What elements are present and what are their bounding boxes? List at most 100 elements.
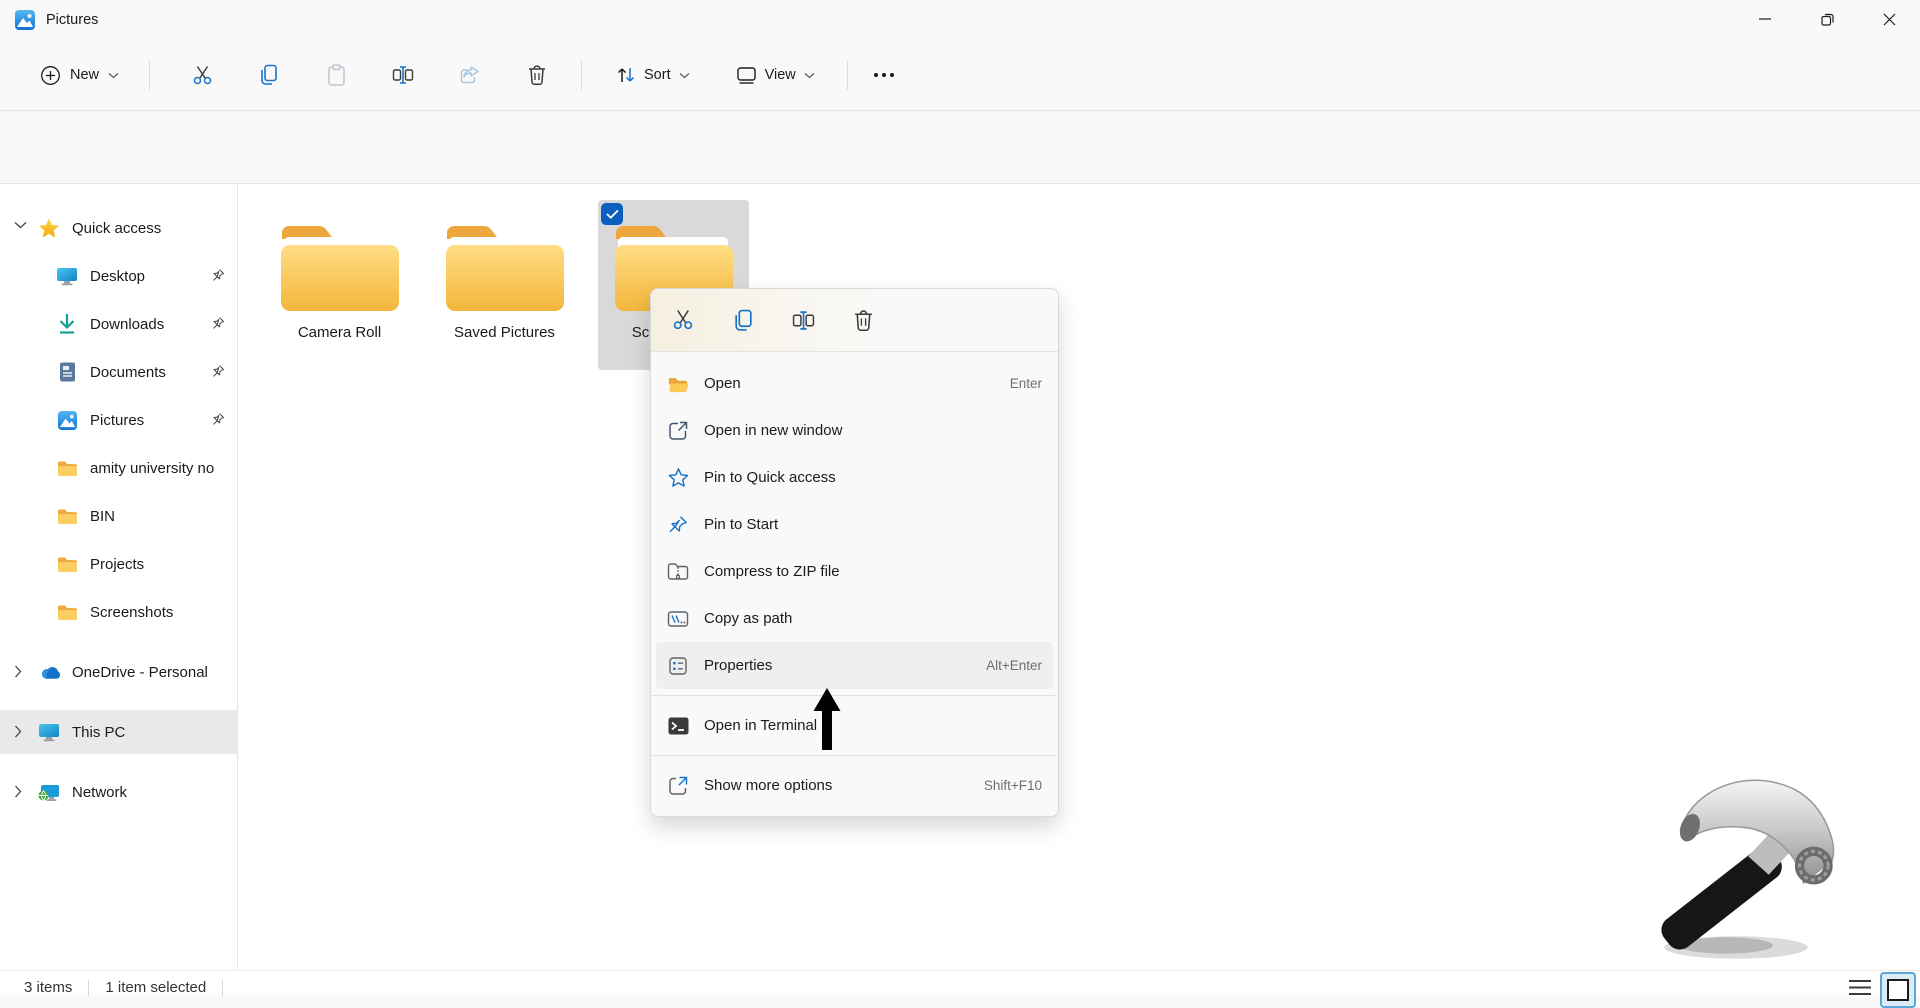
folder-tile-label: Saved Pictures	[454, 324, 555, 341]
pin-icon	[211, 412, 225, 426]
pin-outline-icon	[667, 514, 689, 536]
context-menu-item-pin-quick-access[interactable]: Pin to Quick access	[656, 454, 1053, 501]
more-options-button[interactable]	[862, 53, 906, 97]
sidebar-item-screenshots[interactable]: Screenshots	[0, 590, 237, 634]
folder-icon	[56, 553, 78, 575]
copy-button[interactable]	[723, 300, 763, 340]
window-title: Pictures	[46, 12, 98, 28]
sidebar-divider	[237, 184, 238, 994]
download-icon	[56, 313, 78, 335]
context-menu-item-open[interactable]: Open Enter	[656, 360, 1053, 407]
details-view-button[interactable]	[1848, 978, 1872, 998]
delete-button[interactable]	[843, 300, 883, 340]
view-button[interactable]: View	[724, 53, 827, 97]
trash-icon	[527, 64, 547, 86]
thumbnail-view-icon	[1880, 972, 1916, 1008]
folder-icon	[56, 505, 78, 527]
open-new-window-icon	[667, 420, 689, 442]
pin-icon	[211, 316, 225, 330]
sidebar-item-quick-access[interactable]: Quick access	[0, 206, 237, 250]
hammer-image	[1652, 760, 1867, 965]
status-divider	[222, 980, 223, 996]
large-icons-view-button[interactable]	[1880, 972, 1916, 1008]
titlebar: Pictures	[0, 0, 1920, 40]
sidebar-item-amity-university[interactable]: amity university no	[0, 446, 237, 490]
sort-button[interactable]: Sort	[604, 53, 702, 97]
check-icon	[606, 209, 619, 219]
sidebar-item-pictures[interactable]: Pictures	[0, 398, 237, 442]
chevron-collapsed-icon	[14, 665, 28, 679]
sort-button-label: Sort	[644, 67, 671, 83]
chevron-down-icon	[804, 72, 815, 79]
checkbox-checked[interactable]	[601, 203, 623, 225]
cut-button[interactable]	[663, 300, 703, 340]
restore-button[interactable]	[1796, 0, 1858, 38]
context-menu-item-properties[interactable]: Properties Alt+Enter	[656, 642, 1053, 689]
view-icon	[736, 66, 757, 85]
sidebar-item-bin[interactable]: BIN	[0, 494, 237, 538]
chevron-down-icon	[679, 72, 690, 79]
rename-button[interactable]	[783, 300, 823, 340]
sidebar-item-downloads[interactable]: Downloads	[0, 302, 237, 346]
copy-path-icon	[667, 608, 689, 630]
context-menu-item-copy-as-path[interactable]: Copy as path	[656, 595, 1053, 642]
view-button-label: View	[765, 67, 796, 83]
context-menu-item-pin-start[interactable]: Pin to Start	[656, 501, 1053, 548]
trash-icon	[853, 309, 874, 332]
folder-icon	[56, 601, 78, 623]
rename-button[interactable]	[379, 53, 427, 97]
folder-icon	[56, 457, 78, 479]
context-menu-icon-row	[651, 289, 1058, 352]
copy-button[interactable]	[245, 53, 293, 97]
sidebar-item-desktop[interactable]: Desktop	[0, 254, 237, 298]
command-bar: New Sort View	[0, 40, 1920, 111]
folder-icon	[276, 216, 404, 316]
show-more-icon	[667, 775, 689, 797]
restore-icon	[1821, 13, 1834, 26]
context-menu-item-show-more[interactable]: Show more options Shift+F10	[656, 762, 1053, 809]
chevron-expanded-icon	[14, 221, 28, 235]
new-button[interactable]: New	[26, 53, 133, 97]
copy-icon	[259, 64, 279, 86]
desktop-icon	[56, 265, 78, 287]
zip-folder-icon	[667, 561, 689, 583]
cut-icon	[192, 65, 213, 86]
folder-tile-saved-pictures[interactable]: Saved Pictures	[429, 200, 580, 370]
cut-icon	[672, 309, 694, 331]
rename-icon	[392, 65, 414, 85]
star-outline-icon	[667, 467, 689, 489]
folder-tile-camera-roll[interactable]: Camera Roll	[264, 200, 415, 370]
delete-button[interactable]	[513, 53, 561, 97]
minimize-icon	[1759, 13, 1771, 25]
chevron-collapsed-icon	[14, 725, 28, 739]
pin-icon	[211, 364, 225, 378]
menu-separator	[652, 755, 1057, 756]
network-icon	[38, 781, 60, 803]
onedrive-icon	[38, 661, 60, 683]
folder-tile-label: Camera Roll	[298, 324, 381, 341]
sidebar-item-this-pc[interactable]: This PC	[0, 710, 237, 754]
paste-button[interactable]	[312, 53, 360, 97]
new-button-label: New	[70, 67, 99, 83]
rename-icon	[792, 310, 815, 331]
sidebar-item-projects[interactable]: Projects	[0, 542, 237, 586]
toolbar-divider	[847, 60, 848, 90]
sidebar-item-documents[interactable]: Documents	[0, 350, 237, 394]
sidebar-item-onedrive[interactable]: OneDrive - Personal	[0, 650, 237, 694]
sort-icon	[616, 65, 636, 85]
share-button[interactable]	[446, 53, 494, 97]
context-menu-item-open-new-window[interactable]: Open in new window	[656, 407, 1053, 454]
address-row: This PC Pictures	[0, 111, 1920, 184]
cut-button[interactable]	[178, 53, 226, 97]
close-button[interactable]	[1858, 0, 1920, 38]
pictures-icon	[56, 409, 78, 431]
sidebar-item-network[interactable]: Network	[0, 770, 237, 814]
minimize-button[interactable]	[1734, 0, 1796, 38]
context-menu-item-open-terminal[interactable]: Open in Terminal	[656, 702, 1053, 749]
items-count: 3 items	[24, 979, 72, 996]
document-icon	[56, 361, 78, 383]
copy-icon	[733, 309, 754, 332]
chevron-down-icon	[108, 72, 119, 79]
context-menu: Open Enter Open in new window Pin to Qui…	[650, 288, 1059, 817]
context-menu-item-compress-zip[interactable]: Compress to ZIP file	[656, 548, 1053, 595]
